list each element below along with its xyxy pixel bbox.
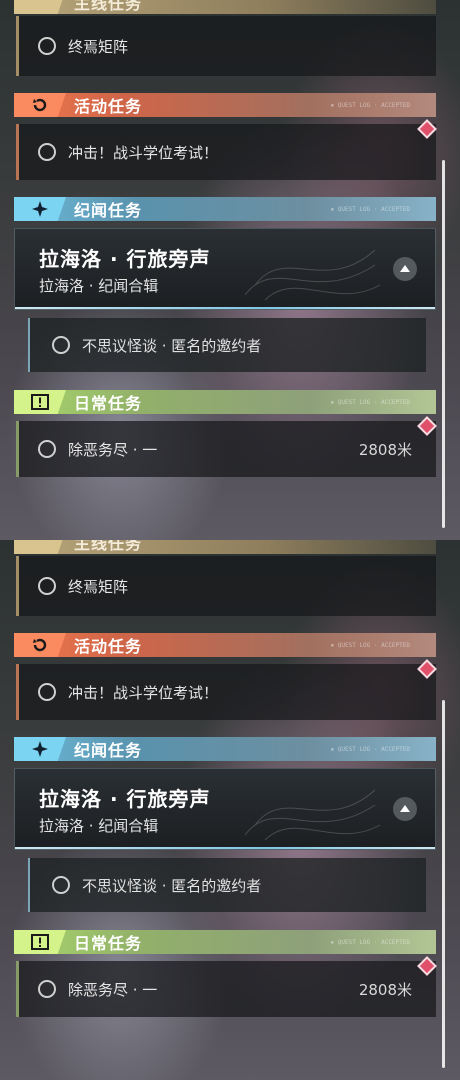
track-quest-button[interactable] xyxy=(393,797,417,821)
lore-quest-header[interactable]: 纪闻任务 ▪ QUEST LOG · ACCEPTED xyxy=(14,197,436,221)
main-quest-name: 终焉矩阵 xyxy=(68,577,129,596)
main-quest-header[interactable]: 主线任务 xyxy=(14,0,436,14)
lore-quest-item[interactable]: 不思议怪谈 · 匿名的邀约者 xyxy=(28,858,426,912)
triangle-up-icon xyxy=(400,805,410,812)
activity-quest-item[interactable]: 冲击！战斗学位考试！ xyxy=(16,124,436,180)
quest-status-circle-icon xyxy=(38,143,56,161)
track-quest-button[interactable] xyxy=(393,257,417,281)
quest-status-circle-icon xyxy=(38,683,56,701)
daily-quest-item[interactable]: 除恶务尽 · 一 2808米 xyxy=(16,421,436,477)
lore-feature-subtitle: 拉海洛 · 纪闻合辑 xyxy=(39,277,159,295)
daily-quest-header[interactable]: 日常任务 ▪ QUEST LOG · ACCEPTED xyxy=(14,930,436,954)
header-decoration: ▪ QUEST LOG · ACCEPTED xyxy=(330,102,410,109)
main-quest-item[interactable]: 终焉矩阵 xyxy=(16,16,436,76)
main-quest-icon xyxy=(14,540,66,554)
sparkle-star-icon xyxy=(14,737,66,761)
lore-quest-name: 不思议怪谈 · 匿名的邀约者 xyxy=(82,336,262,355)
header-decoration: ▪ QUEST LOG · ACCEPTED xyxy=(330,939,410,946)
daily-quest-title: 日常任务 xyxy=(74,934,143,953)
daily-quest-header[interactable]: 日常任务 ▪ QUEST LOG · ACCEPTED xyxy=(14,390,436,414)
lore-quest-item[interactable]: 不思议怪谈 · 匿名的邀约者 xyxy=(28,318,426,372)
main-quest-title: 主线任务 xyxy=(74,540,143,553)
lore-quest-name: 不思议怪谈 · 匿名的邀约者 xyxy=(82,876,262,895)
contour-pattern xyxy=(244,249,381,301)
activity-quest-item[interactable]: 冲击！战斗学位考试！ xyxy=(16,664,436,720)
daily-quest-title: 日常任务 xyxy=(74,394,143,413)
lore-feature-title: 拉海洛 · 行旅旁声 xyxy=(39,247,211,271)
exclamation-box-icon xyxy=(14,390,66,414)
header-decoration: ▪ QUEST LOG · ACCEPTED xyxy=(330,746,410,753)
scrollbar[interactable] xyxy=(442,160,445,528)
daily-quest-distance: 2808米 xyxy=(358,440,412,459)
main-quest-title: 主线任务 xyxy=(74,0,143,13)
quest-status-circle-icon xyxy=(38,440,56,458)
lore-feature-card[interactable]: 拉海洛 · 行旅旁声 拉海洛 · 纪闻合辑 xyxy=(14,228,436,310)
quest-status-circle-icon xyxy=(52,876,70,894)
activity-quest-name: 冲击！战斗学位考试！ xyxy=(68,683,219,702)
scrollbar[interactable] xyxy=(442,700,445,1068)
quest-status-circle-icon xyxy=(52,336,70,354)
daily-quest-distance: 2808米 xyxy=(358,980,412,999)
main-quest-name: 终焉矩阵 xyxy=(68,37,129,56)
lore-feature-title: 拉海洛 · 行旅旁声 xyxy=(39,787,211,811)
daily-quest-item[interactable]: 除恶务尽 · 一 2808米 xyxy=(16,961,436,1017)
lore-quest-title: 纪闻任务 xyxy=(74,741,143,760)
refresh-arrow-icon xyxy=(14,633,66,657)
activity-quest-header[interactable]: 活动任务 ▪ QUEST LOG · ACCEPTED xyxy=(14,633,436,657)
exclamation-box-icon xyxy=(14,930,66,954)
daily-quest-name: 除恶务尽 · 一 xyxy=(68,440,158,459)
main-quest-header[interactable]: 主线任务 xyxy=(14,540,436,554)
header-decoration: ▪ QUEST LOG · ACCEPTED xyxy=(330,399,410,406)
main-quest-item[interactable]: 终焉矩阵 xyxy=(16,556,436,616)
contour-pattern xyxy=(244,789,381,841)
quest-panel-top: 主线任务 终焉矩阵 活动任务 ▪ QUEST LOG · ACCEPTED 冲击… xyxy=(0,0,460,540)
header-decoration: ▪ QUEST LOG · ACCEPTED xyxy=(330,642,410,649)
activity-quest-name: 冲击！战斗学位考试！ xyxy=(68,143,219,162)
lore-feature-subtitle: 拉海洛 · 纪闻合辑 xyxy=(39,817,159,835)
sparkle-star-icon xyxy=(14,197,66,221)
daily-quest-name: 除恶务尽 · 一 xyxy=(68,980,158,999)
activity-quest-header[interactable]: 活动任务 ▪ QUEST LOG · ACCEPTED xyxy=(14,93,436,117)
main-quest-icon xyxy=(14,0,66,14)
quest-panel-bottom: 主线任务 终焉矩阵 活动任务 ▪ QUEST LOG · ACCEPTED 冲击… xyxy=(0,540,460,1080)
lore-feature-card[interactable]: 拉海洛 · 行旅旁声 拉海洛 · 纪闻合辑 xyxy=(14,768,436,850)
activity-quest-title: 活动任务 xyxy=(74,637,143,656)
activity-quest-title: 活动任务 xyxy=(74,97,143,116)
lore-quest-header[interactable]: 纪闻任务 ▪ QUEST LOG · ACCEPTED xyxy=(14,737,436,761)
triangle-up-icon xyxy=(400,265,410,272)
lore-quest-title: 纪闻任务 xyxy=(74,201,143,220)
quest-status-circle-icon xyxy=(38,980,56,998)
header-decoration: ▪ QUEST LOG · ACCEPTED xyxy=(330,206,410,213)
quest-status-circle-icon xyxy=(38,577,56,595)
refresh-arrow-icon xyxy=(14,93,66,117)
quest-status-circle-icon xyxy=(38,37,56,55)
